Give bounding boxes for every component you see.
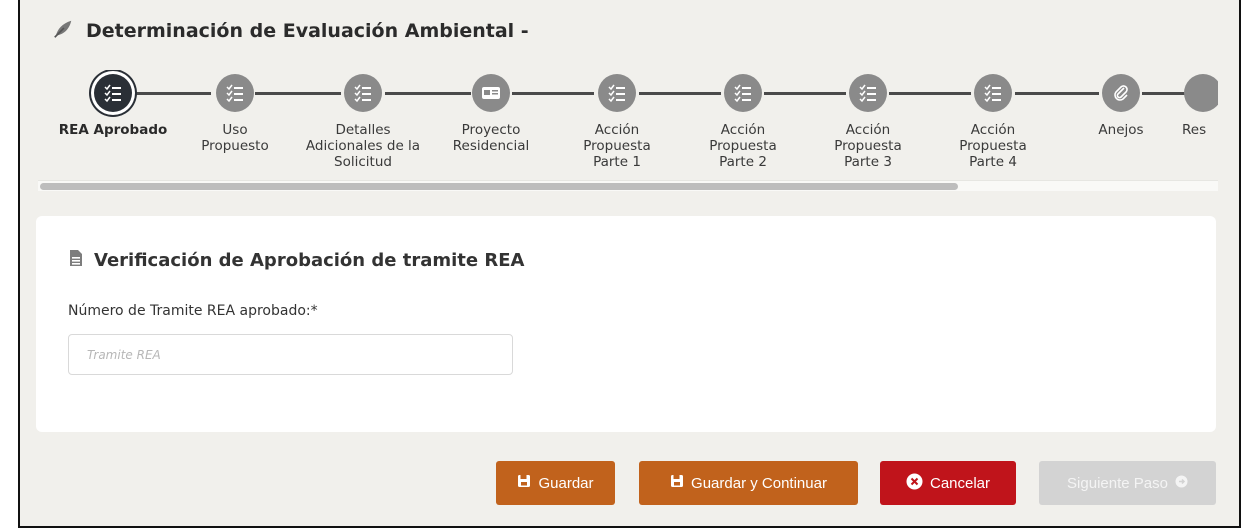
paperclip-icon — [1102, 74, 1140, 112]
checklist-icon — [1184, 74, 1218, 112]
tramite-rea-input[interactable] — [68, 334, 513, 375]
id-card-icon — [472, 74, 510, 112]
step-label: Detalles Adicionales de la Solicitud — [305, 122, 421, 170]
step-anejos[interactable]: Anejos — [1056, 70, 1186, 138]
document-icon — [68, 249, 84, 272]
app-frame: Determinación de Evaluación Ambiental - … — [18, 0, 1241, 528]
section-title-text: Verificación de Aprobación de tramite RE… — [94, 250, 525, 271]
wizard-stepper: REA Aprobado Uso Propuesto Detalles Adic… — [38, 70, 1218, 190]
step-detalles-adicionales[interactable]: Detalles Adicionales de la Solicitud — [298, 70, 428, 170]
checklist-icon — [94, 74, 132, 112]
scrollbar-thumb[interactable] — [40, 183, 958, 190]
section-title: Verificación de Aprobación de tramite RE… — [68, 249, 524, 272]
checklist-icon — [974, 74, 1012, 112]
close-circle-icon — [906, 473, 923, 494]
guardar-continuar-label: Guardar y Continuar — [691, 474, 827, 492]
step-proyecto-residencial[interactable]: Proyecto Residencial — [426, 70, 556, 154]
step-uso-propuesto[interactable]: Uso Propuesto — [170, 70, 300, 154]
guardar-button[interactable]: Guardar — [496, 461, 615, 505]
page-header: Determinación de Evaluación Ambiental - — [52, 18, 529, 44]
cancel-button[interactable]: Cancelar — [880, 461, 1016, 505]
checklist-icon — [849, 74, 887, 112]
guardar-continuar-button[interactable]: Guardar y Continuar — [639, 461, 858, 505]
step-accion-parte-1[interactable]: Acción Propuesta Parte 1 — [552, 70, 682, 170]
step-label: Uso Propuesto — [201, 122, 269, 154]
checklist-icon — [344, 74, 382, 112]
step-accion-parte-3[interactable]: Acción Propuesta Parte 3 — [803, 70, 933, 170]
checklist-icon — [598, 74, 636, 112]
page-title: Determinación de Evaluación Ambiental - — [86, 20, 529, 42]
checklist-icon — [216, 74, 254, 112]
arrow-right-circle-icon — [1175, 475, 1188, 492]
guardar-label: Guardar — [538, 474, 594, 492]
save-icon — [670, 474, 684, 492]
step-label: Acción Propuesta Parte 3 — [834, 122, 902, 170]
tramite-field-label: Número de Tramite REA aprobado:* — [68, 303, 318, 319]
save-icon — [517, 474, 531, 492]
step-label: Acción Propuesta Parte 1 — [583, 122, 651, 170]
siguiente-label: Siguiente Paso — [1067, 474, 1168, 492]
step-label: Proyecto Residencial — [452, 122, 530, 154]
step-label: Anejos — [1098, 122, 1144, 138]
step-accion-parte-4[interactable]: Acción Propuesta Parte 4 — [928, 70, 1058, 170]
stepper-scrollbar[interactable] — [38, 180, 1218, 191]
leaf-icon — [52, 18, 74, 44]
checklist-icon — [724, 74, 762, 112]
step-label: Res — [1182, 122, 1207, 138]
step-label: Acción Propuesta Parte 2 — [709, 122, 777, 170]
siguiente-paso-button[interactable]: Siguiente Paso — [1039, 461, 1216, 505]
step-label: Acción Propuesta Parte 4 — [959, 122, 1027, 170]
cancel-label: Cancelar — [929, 474, 991, 492]
step-label: REA Aprobado — [58, 122, 168, 138]
step-resumen[interactable]: Res — [1182, 70, 1218, 138]
step-rea-aprobado[interactable]: REA Aprobado — [48, 70, 178, 138]
verification-card: Verificación de Aprobación de tramite RE… — [36, 216, 1216, 432]
step-accion-parte-2[interactable]: Acción Propuesta Parte 2 — [678, 70, 808, 170]
